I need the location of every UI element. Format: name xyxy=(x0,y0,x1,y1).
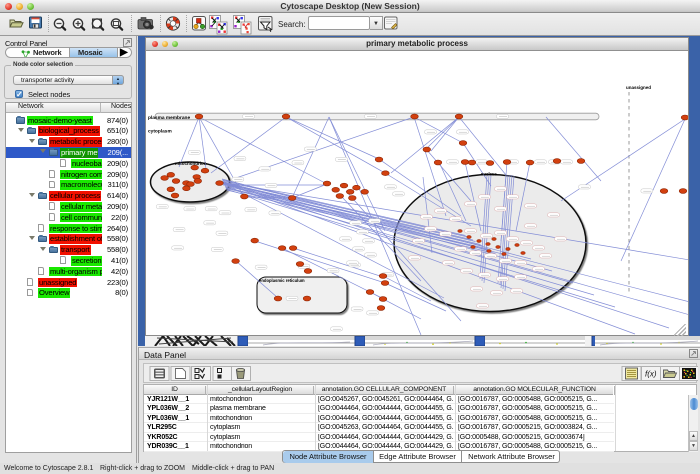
svg-text:nucleus: nucleus xyxy=(481,172,497,177)
svg-text:mitochondrion: mitochondrion xyxy=(175,161,207,166)
svg-text:endoplasmic reticulum: endoplasmic reticulum xyxy=(259,278,305,283)
svg-text:f(x): f(x) xyxy=(645,370,657,379)
svg-text:plasma membrane: plasma membrane xyxy=(148,115,190,121)
svg-text:cytoplasm: cytoplasm xyxy=(148,129,172,135)
svg-text:unassigned: unassigned xyxy=(626,85,651,90)
